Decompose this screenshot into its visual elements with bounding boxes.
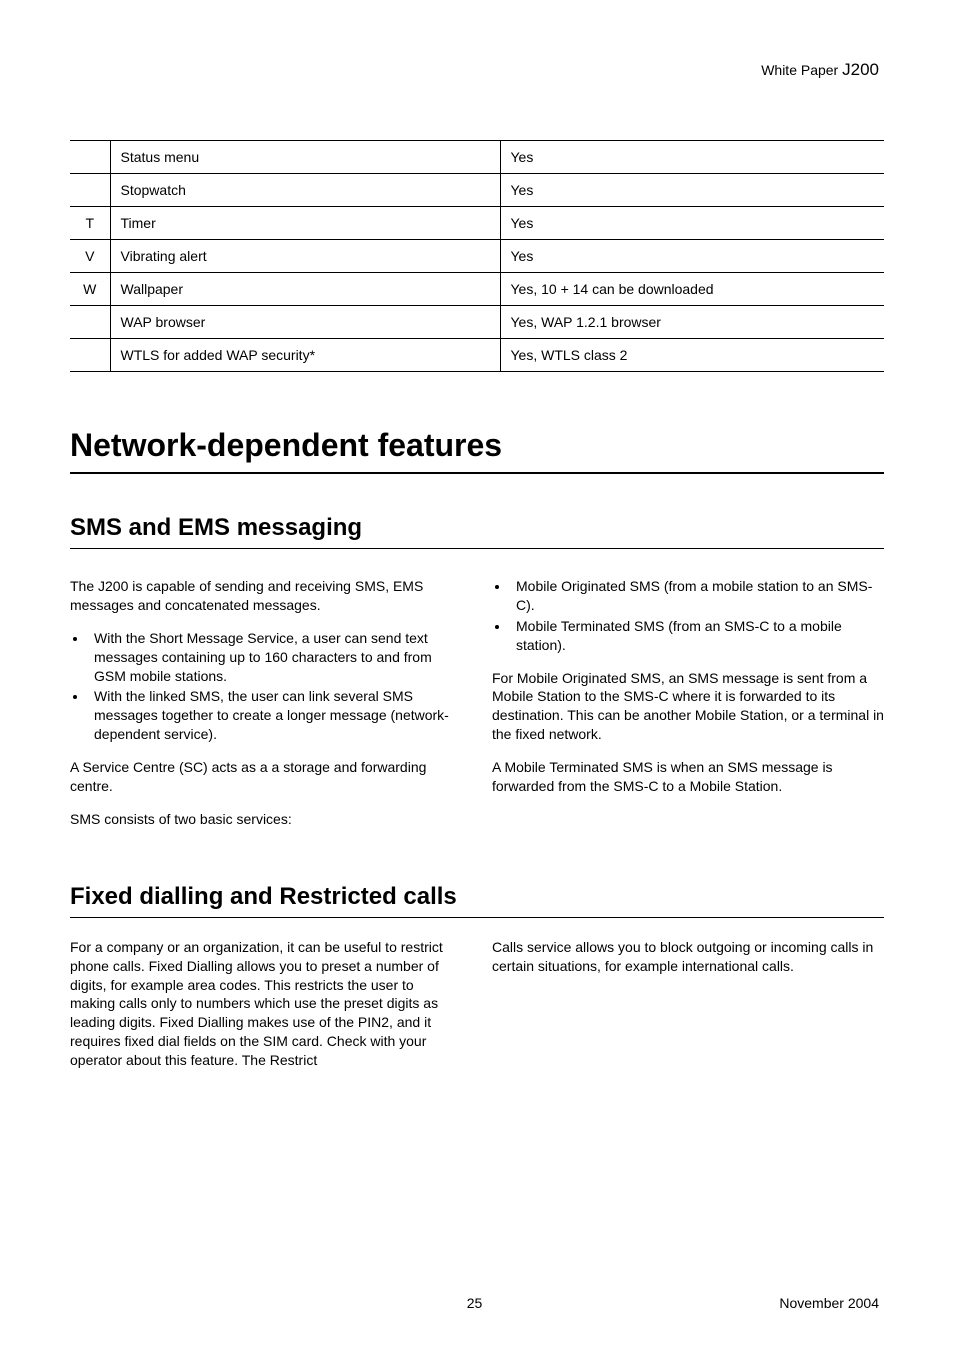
letter-cell <box>70 141 110 174</box>
letter-cell <box>70 306 110 339</box>
page-title: Network-dependent features <box>70 427 884 474</box>
letter-cell: W <box>70 273 110 306</box>
feature-cell: WAP browser <box>110 306 500 339</box>
sms-content: The J200 is capable of sending and recei… <box>70 577 884 843</box>
letter-cell: V <box>70 240 110 273</box>
table-row: WTLS for added WAP security*Yes, WTLS cl… <box>70 339 884 372</box>
table-row: StopwatchYes <box>70 174 884 207</box>
sms-col1: The J200 is capable of sending and recei… <box>70 577 462 843</box>
section-sms-title: SMS and EMS messaging <box>70 514 884 549</box>
sms-mt-para: A Mobile Terminated SMS is when an SMS m… <box>492 758 884 796</box>
value-cell: Yes <box>500 207 884 240</box>
fixeddial-para1: For a company or an organization, it can… <box>70 938 462 1070</box>
feature-cell: Status menu <box>110 141 500 174</box>
fixeddial-col1: For a company or an organization, it can… <box>70 938 462 1084</box>
sms-intro: The J200 is capable of sending and recei… <box>70 577 462 615</box>
features-table: Status menuYesStopwatchYesTTimerYesVVibr… <box>70 140 884 372</box>
feature-cell: Stopwatch <box>110 174 500 207</box>
letter-cell <box>70 174 110 207</box>
feature-cell: Vibrating alert <box>110 240 500 273</box>
list-item: With the Short Message Service, a user c… <box>88 629 462 686</box>
value-cell: Yes, 10 + 14 can be downloaded <box>500 273 884 306</box>
value-cell: Yes <box>500 174 884 207</box>
sms-services-para: SMS consists of two basic services: <box>70 810 462 829</box>
list-item: With the linked SMS, the user can link s… <box>88 687 462 744</box>
letter-cell <box>70 339 110 372</box>
table-row: Status menuYes <box>70 141 884 174</box>
table-row: VVibrating alertYes <box>70 240 884 273</box>
list-item: Mobile Terminated SMS (from an SMS-C to … <box>510 617 884 655</box>
sms-col2: Mobile Originated SMS (from a mobile sta… <box>492 577 884 843</box>
value-cell: Yes, WAP 1.2.1 browser <box>500 306 884 339</box>
header-label: White Paper J200 <box>761 60 879 80</box>
value-cell: Yes, WTLS class 2 <box>500 339 884 372</box>
feature-cell: Timer <box>110 207 500 240</box>
feature-cell: Wallpaper <box>110 273 500 306</box>
letter-cell: T <box>70 207 110 240</box>
value-cell: Yes <box>500 141 884 174</box>
fixeddial-content: For a company or an organization, it can… <box>70 938 884 1084</box>
sms-sc-para: A Service Centre (SC) acts as a a storag… <box>70 758 462 796</box>
sms-list1: With the Short Message Service, a user c… <box>70 629 462 744</box>
sms-list2: Mobile Originated SMS (from a mobile sta… <box>492 577 884 655</box>
list-item: Mobile Originated SMS (from a mobile sta… <box>510 577 884 615</box>
feature-cell: WTLS for added WAP security* <box>110 339 500 372</box>
sms-mo-para: For Mobile Originated SMS, an SMS messag… <box>492 669 884 745</box>
fixeddial-col2: Calls service allows you to block outgoi… <box>492 938 884 1084</box>
page-number: 25 <box>70 1295 879 1311</box>
fixeddial-para2: Calls service allows you to block outgoi… <box>492 938 884 976</box>
table-row: WAP browserYes, WAP 1.2.1 browser <box>70 306 884 339</box>
table-row: TTimerYes <box>70 207 884 240</box>
header-prefix: White Paper <box>761 62 842 78</box>
value-cell: Yes <box>500 240 884 273</box>
footer: 25 November 2004 <box>70 1295 879 1311</box>
table-row: WWallpaperYes, 10 + 14 can be downloaded <box>70 273 884 306</box>
footer-date: November 2004 <box>779 1295 879 1311</box>
section-fixeddial-title: Fixed dialling and Restricted calls <box>70 883 884 918</box>
header-model: J200 <box>842 60 879 79</box>
